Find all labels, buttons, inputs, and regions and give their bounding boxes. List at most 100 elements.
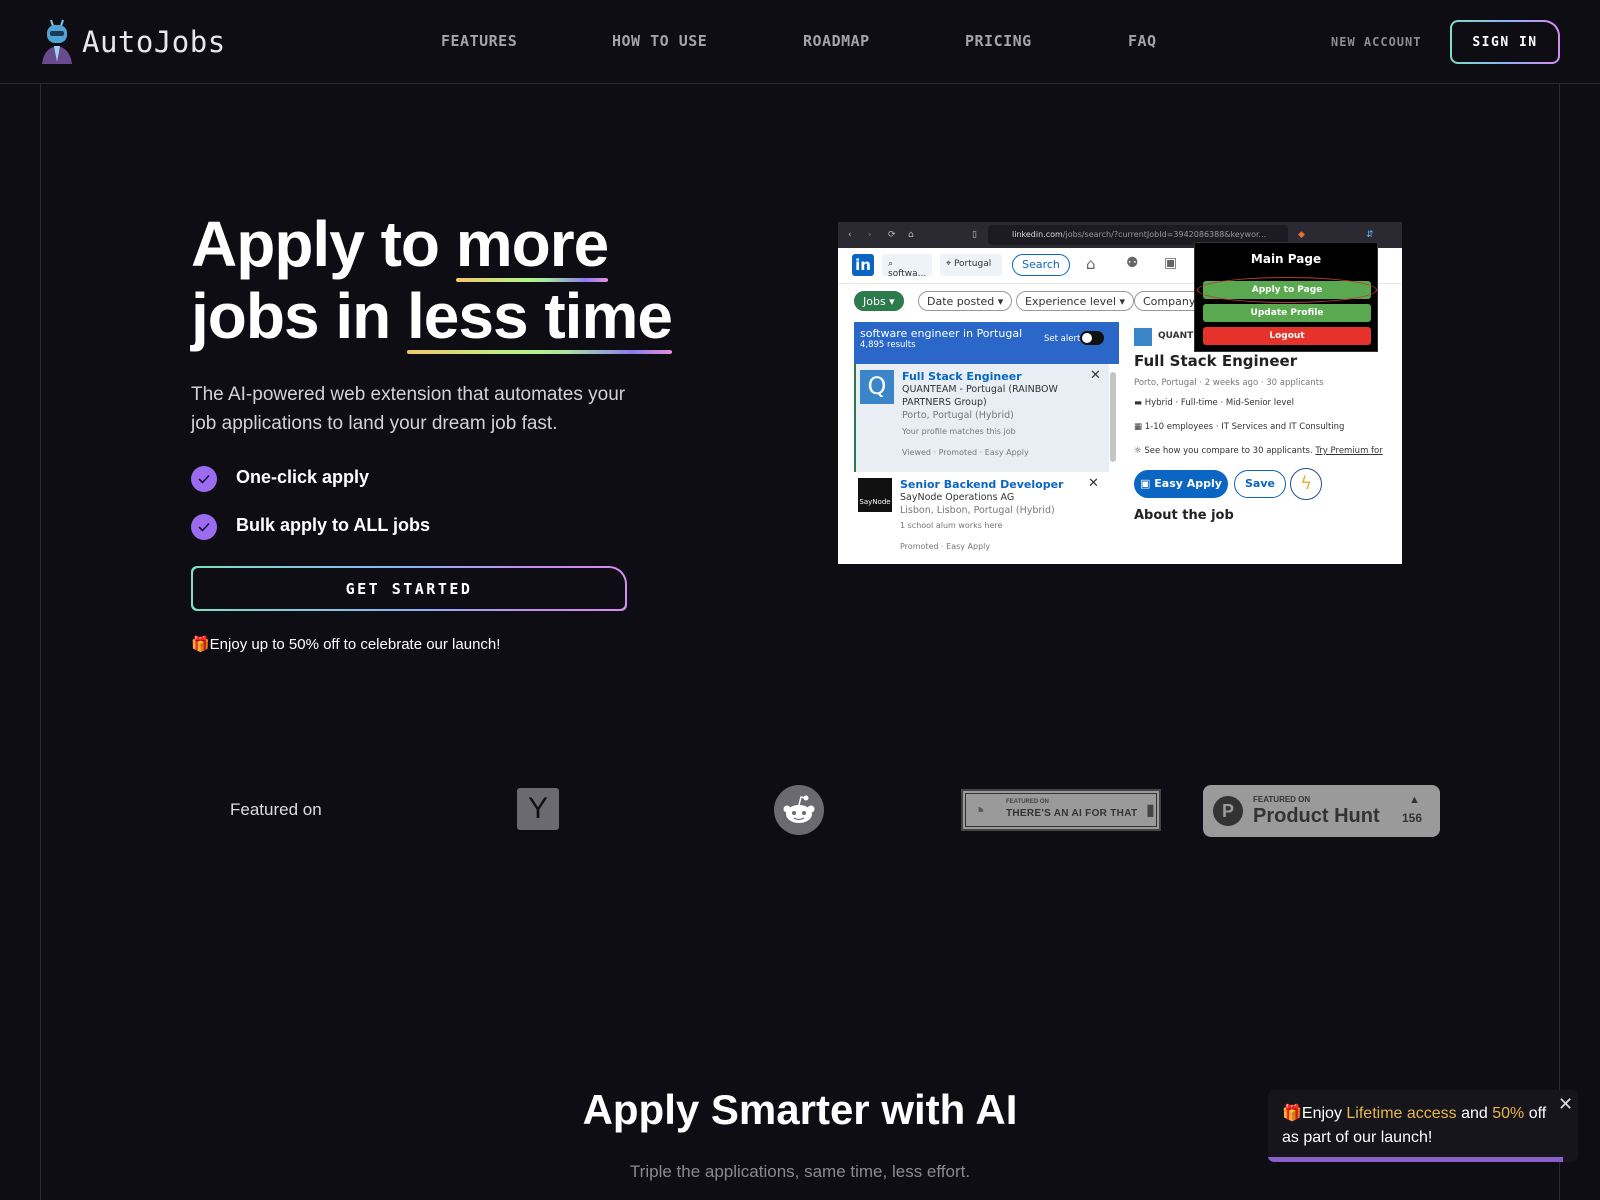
frame-line-right xyxy=(1559,84,1560,1200)
extension-title: Main Page xyxy=(1250,252,1322,266)
detail-type: ▬ Hybrid · Full-time · Mid-Senior level xyxy=(1134,398,1294,408)
section-subtitle: Triple the applications, same time, less… xyxy=(629,1162,971,1181)
li-list-header: software engineer in Portugal 4,895 resu… xyxy=(854,322,1119,364)
easy-apply-button: ▣ Easy Apply xyxy=(1134,470,1228,498)
quanteam-logo: Q xyxy=(860,370,894,404)
title-text: jobs in xyxy=(191,280,407,352)
brave-shield-icon: ◆ xyxy=(1298,230,1305,240)
toast-message: 🎁Enjoy Lifetime access and 50% off as pa… xyxy=(1282,1105,1547,1146)
close-icon[interactable]: ✕ xyxy=(1558,1094,1573,1115)
save-job-button: Save xyxy=(1234,470,1286,498)
back-icon: ‹ xyxy=(848,230,852,240)
li-search-text: softwa... xyxy=(888,269,927,279)
check-icon xyxy=(191,466,217,492)
theres-an-ai-for-that-badge[interactable]: ◔ FEATURED ON THERE'S AN AI FOR THAT ▮ xyxy=(961,789,1161,831)
dismiss-icon: ✕ xyxy=(1090,368,1101,383)
toast-highlight-discount: 50% xyxy=(1492,1105,1525,1122)
forward-icon: › xyxy=(868,230,872,240)
toast-highlight-lifetime: Lifetime access xyxy=(1346,1105,1457,1122)
robot-logo-icon xyxy=(42,19,72,64)
li-search-field: ⌕ softwa... xyxy=(882,254,932,279)
nav-faq[interactable]: FAQ xyxy=(1128,32,1157,50)
url-path: /jobs/search/?currentJobId=3942086388&ke… xyxy=(1062,230,1267,239)
job-company: QUANTEAM - Portugal (RAINBOW PARTNERS Gr… xyxy=(902,384,1058,408)
featured-on-label: Featured on xyxy=(230,800,322,819)
filter-experience: Experience level ▾ xyxy=(1016,291,1135,311)
bookmark-icon: ▮ xyxy=(1146,802,1155,819)
li-scrollbar xyxy=(1110,372,1116,462)
detail-company: QUANT xyxy=(1158,331,1194,341)
new-account-link[interactable]: NEW ACCOUNT xyxy=(1331,35,1421,49)
li-location-text: Portugal xyxy=(953,259,992,269)
reload-icon: ⟳ xyxy=(888,230,896,240)
title-highlight-more: more xyxy=(455,208,609,282)
job-title: Full Stack Engineer xyxy=(902,370,1022,383)
saynode-logo: SayNode xyxy=(858,478,892,512)
li-search-button: Search xyxy=(1012,254,1070,276)
ph-small-text: FEATURED ON xyxy=(1253,795,1311,804)
detail-meta: Porto, Portugal · 2 weeks ago · 30 appli… xyxy=(1134,378,1324,388)
toast-progress-bar xyxy=(1268,1157,1563,1162)
update-profile-button: Update Profile xyxy=(1203,304,1371,322)
feature-bulk-apply: Bulk apply to ALL jobs xyxy=(236,515,431,535)
promo-toast: 🎁Enjoy Lifetime access and 50% off as pa… xyxy=(1268,1090,1578,1162)
product-hunt-logo-icon: P xyxy=(1213,796,1243,826)
reddit-logo-icon[interactable] xyxy=(774,785,824,835)
sign-in-button[interactable]: SIGN IN xyxy=(1450,20,1560,64)
frame-line-left xyxy=(40,84,41,1200)
title-text: Apply to xyxy=(191,208,456,280)
job-location: Porto, Portugal (Hybrid) xyxy=(902,410,1014,421)
detail-compare: ☼ See how you compare to 30 applicants. … xyxy=(1134,446,1383,456)
upvote-icon: ▲ xyxy=(1409,794,1420,806)
li-jobs-icon: ▣ xyxy=(1164,255,1178,271)
li-home-icon: ⌂ xyxy=(1086,255,1096,273)
product-screenshot: ‹ › ⟳ ⌂ ▯ linkedin.com/jobs/search/?curr… xyxy=(838,222,1402,564)
nav-roadmap[interactable]: ROADMAP xyxy=(803,32,870,50)
taaft-small-text: FEATURED ON xyxy=(1006,799,1049,805)
li-job-item: SayNode Senior Backend Developer SayNode… xyxy=(854,472,1109,564)
nav-features[interactable]: FEATURES xyxy=(441,32,517,50)
extension-icon: ⇵ xyxy=(1366,230,1374,240)
home-icon: ⌂ xyxy=(908,230,914,240)
filter-date-posted: Date posted ▾ xyxy=(918,291,1013,311)
logo[interactable]: AutoJobs xyxy=(40,18,226,66)
job-insight: 1 school alum works here xyxy=(900,521,1003,530)
sign-in-label: SIGN IN xyxy=(1452,22,1558,62)
get-started-button[interactable]: GET STARTED xyxy=(191,566,627,611)
get-started-label: GET STARTED xyxy=(193,568,625,609)
hero-title: Apply to more jobs in less time xyxy=(191,208,673,354)
extension-popup: Main Page Apply to Page Update Profile L… xyxy=(1194,242,1378,352)
job-location: Lisbon, Lisbon, Portugal (Hybrid) xyxy=(900,505,1055,516)
linkedin-logo-icon: in xyxy=(852,254,874,276)
job-company: SayNode Operations AG xyxy=(900,492,1015,503)
product-hunt-badge[interactable]: P FEATURED ON Product Hunt ▲ 156 xyxy=(1203,785,1440,837)
li-network-icon: ⚉ xyxy=(1126,255,1139,271)
feature-one-click: One-click apply xyxy=(236,467,370,487)
li-job-detail: QUANT Full Stack Engineer Porto, Portuga… xyxy=(1128,322,1402,564)
detail-title: Full Stack Engineer xyxy=(1134,352,1298,370)
job-title: Senior Backend Developer xyxy=(900,478,1064,491)
title-highlight-less-time: less time xyxy=(407,280,673,354)
job-insight: Your profile matches this job xyxy=(902,427,1016,436)
top-nav: AutoJobs FEATURES HOW TO USE ROADMAP PRI… xyxy=(0,0,1600,84)
bookmark-icon: ▯ xyxy=(972,230,977,240)
brand-name: AutoJobs xyxy=(82,25,226,59)
detail-size: ▦ 1-10 employees · IT Services and IT Co… xyxy=(1134,422,1345,432)
launch-promo: 🎁Enjoy up to 50% off to celebrate our la… xyxy=(191,636,501,653)
logout-button: Logout xyxy=(1203,327,1371,345)
nav-how-to-use[interactable]: HOW TO USE xyxy=(612,32,707,50)
ycombinator-logo[interactable]: Y xyxy=(517,788,559,830)
nav-pricing[interactable]: PRICING xyxy=(965,32,1032,50)
filter-jobs: Jobs ▾ xyxy=(854,291,904,311)
company-logo xyxy=(1134,328,1152,346)
taaft-big-text: THERE'S AN AI FOR THAT xyxy=(1006,808,1138,819)
li-job-item: Q Full Stack Engineer QUANTEAM - Portuga… xyxy=(854,364,1109,472)
url-domain: linkedin.com xyxy=(1012,230,1063,239)
li-location-field: ⌖ Portugal xyxy=(940,254,1002,276)
taaft-logo-icon: ◔ xyxy=(972,798,986,823)
job-footer: Viewed · Promoted · Easy Apply xyxy=(902,448,1029,457)
check-icon xyxy=(191,514,217,540)
hero-subtitle: The AI-powered web extension that automa… xyxy=(191,384,626,434)
ph-vote-count: 156 xyxy=(1402,811,1423,825)
li-job-list: software engineer in Portugal 4,895 resu… xyxy=(854,322,1119,564)
